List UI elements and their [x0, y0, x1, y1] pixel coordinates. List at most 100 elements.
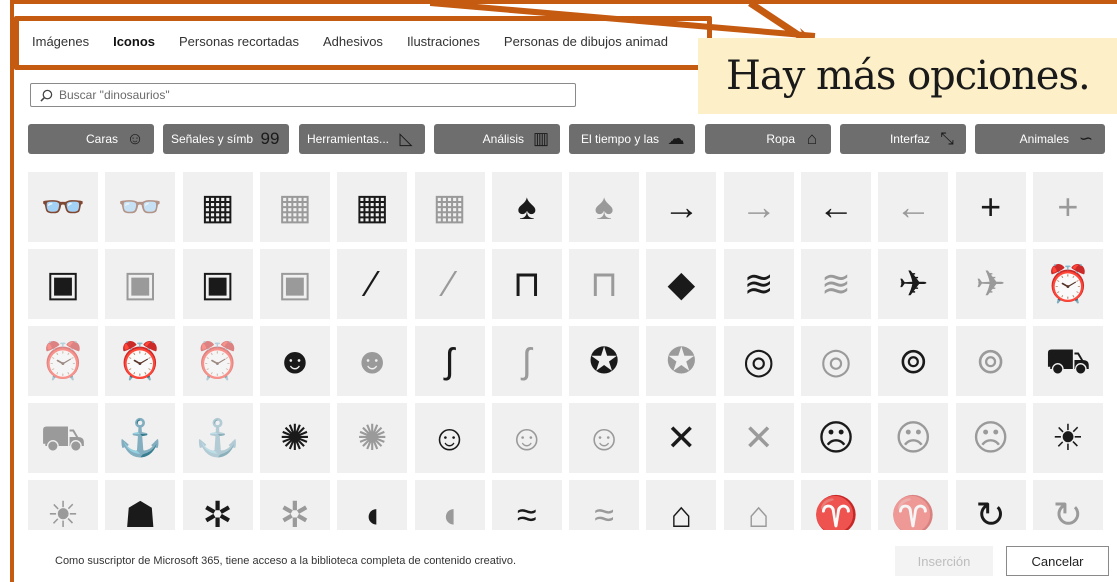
ant-filled-icon[interactable]: ☀ — [1032, 403, 1103, 473]
anemone-fish-filled-glyph: ✺ — [279, 417, 310, 458]
bandage-outline-icon[interactable]: ⁄ — [414, 249, 485, 319]
architect-filled-icon[interactable]: ⌂ — [646, 480, 717, 530]
category-ropa[interactable]: Ropa ⌂ — [705, 124, 831, 154]
category-label: Análisis — [482, 132, 524, 146]
needle-thread-outline-icon[interactable]: ʃ — [491, 326, 562, 396]
yarn-outline-icon[interactable]: ✪ — [646, 326, 717, 396]
billboard-filled-icon[interactable]: ⊓ — [491, 249, 562, 319]
billboard-outline-icon[interactable]: ⊓ — [569, 249, 640, 319]
alarm-ringing-outline-glyph: ⏰ — [195, 340, 240, 381]
aries-filled-icon[interactable]: ♈ — [801, 480, 871, 530]
alarm-ringing-filled-icon[interactable]: ⏰ — [105, 326, 176, 396]
insert-button[interactable]: Inserción — [895, 546, 993, 576]
alarm-clock-filled-icon[interactable]: ⏰ — [1032, 249, 1103, 319]
category-herramientas[interactable]: Herramientas... ◺ — [299, 124, 425, 154]
tab-personas-recortadas[interactable]: Personas recortadas — [179, 34, 299, 54]
farm-field-filled-icon[interactable]: ≋ — [723, 249, 794, 319]
anchor-outline-icon[interactable]: ⚓ — [182, 403, 253, 473]
aperture-outline-icon[interactable]: ✲ — [259, 480, 330, 530]
alarm-clock-outline-icon[interactable]: ⏰ — [28, 326, 98, 396]
arrow-left-filled-icon[interactable]: ← — [801, 172, 871, 242]
category-interfaz[interactable]: Interfaz ⤡ — [840, 124, 966, 154]
yarn-filled-icon[interactable]: ✪ — [569, 326, 640, 396]
aperture-filled-icon[interactable]: ✲ — [182, 480, 253, 530]
acorn-filled-icon[interactable]: ♠ — [491, 172, 562, 242]
angry-face-outline-icon[interactable]: ☹ — [955, 403, 1026, 473]
angry-face-outline-glyph: ☹ — [894, 417, 933, 458]
arrow-right-outline-icon[interactable]: → — [723, 172, 794, 242]
3d-glasses-outline-icon[interactable]: 👓 — [105, 172, 176, 242]
3d-glasses-filled-icon[interactable]: 👓 — [28, 172, 98, 242]
angry-face-outline-icon[interactable]: ☹ — [878, 403, 949, 473]
tab-imagenes[interactable]: Imágenes — [32, 34, 89, 54]
search-icon — [40, 89, 53, 102]
aries-outline-icon[interactable]: ♈ — [878, 480, 949, 531]
address-book-filled-icon[interactable]: ▣ — [28, 249, 98, 319]
angel-face-outline-icon[interactable]: ☺ — [491, 403, 562, 473]
ambulance-filled-icon[interactable]: ⛟ — [1032, 326, 1103, 396]
cancel-button[interactable]: Cancelar — [1006, 546, 1109, 576]
refresh-filled-icon[interactable]: ↻ — [955, 480, 1026, 530]
category-caras[interactable]: Caras ☺ — [28, 124, 154, 154]
category-analisis[interactable]: Análisis ▥ — [434, 124, 560, 154]
anemone-fish-filled-icon[interactable]: ✺ — [259, 403, 330, 473]
apple-filled-icon[interactable]: ◖ — [337, 480, 408, 530]
ambulance-outline-glyph: ⛟ — [40, 417, 86, 458]
angel-face-filled-icon[interactable]: ☺ — [414, 403, 485, 473]
anemone-fish-outline-icon[interactable]: ✺ — [337, 403, 408, 473]
farm-field-outline-icon[interactable]: ≋ — [801, 249, 871, 319]
sweater-icon: ⌂ — [806, 129, 818, 148]
category-el-tiempo[interactable]: El tiempo y las ☁ — [569, 124, 695, 154]
address-book-filled-icon[interactable]: ▣ — [182, 249, 253, 319]
address-book-outline-icon[interactable]: ▣ — [259, 249, 330, 319]
category-senales[interactable]: Señales y símb 99 — [163, 124, 289, 154]
refresh-outline-icon[interactable]: ↻ — [1032, 480, 1103, 530]
africa-filled-icon[interactable]: ◆ — [646, 249, 717, 319]
needle-thread-filled-icon[interactable]: ʃ — [414, 326, 485, 396]
abacus-outline-icon[interactable]: ▦ — [259, 172, 330, 242]
antarctica-filled-icon[interactable]: ☗ — [105, 480, 176, 530]
ant-outline-icon[interactable]: ☀ — [28, 480, 98, 530]
button-filled-icon[interactable]: ⊚ — [878, 326, 949, 396]
anger-symbol-filled-icon[interactable]: ✕ — [646, 403, 717, 473]
wave-filled-glyph: ≈ — [516, 494, 537, 531]
ant-outline-glyph: ☀ — [46, 494, 80, 531]
wave-outline-icon[interactable]: ≈ — [569, 480, 640, 530]
airplane-outline-icon[interactable]: ✈ — [955, 249, 1026, 319]
abacus-filled-icon[interactable]: ▦ — [182, 172, 253, 242]
abacus-outline-icon[interactable]: ▦ — [414, 172, 485, 242]
plus-filled-icon[interactable]: + — [955, 172, 1026, 242]
apple-outline-icon[interactable]: ◖ — [414, 480, 485, 530]
africa-filled-glyph: ◆ — [667, 263, 696, 304]
alarm-ringing-outline-icon[interactable]: ⏰ — [182, 326, 253, 396]
plus-outline-icon[interactable]: + — [1032, 172, 1103, 242]
alien-outline-icon[interactable]: ☻ — [337, 326, 408, 396]
tape-measure-outline-icon[interactable]: ◎ — [801, 326, 871, 396]
search-input[interactable]: Buscar "dinosaurios" — [30, 83, 576, 107]
arrow-right-filled-icon[interactable]: → — [646, 172, 717, 242]
category-animales[interactable]: Animales ∽ — [975, 124, 1105, 154]
abacus-filled-icon[interactable]: ▦ — [337, 172, 408, 242]
ambulance-outline-icon[interactable]: ⛟ — [28, 403, 98, 473]
angry-face-filled-icon[interactable]: ☹ — [801, 403, 871, 473]
tape-measure-filled-icon[interactable]: ◎ — [723, 326, 794, 396]
anchor-filled-icon[interactable]: ⚓ — [105, 403, 176, 473]
alarm-ringing-filled-glyph: ⏰ — [117, 340, 163, 381]
close-icon[interactable] — [1086, 30, 1098, 42]
arrow-left-outline-icon[interactable]: ← — [878, 172, 949, 242]
category-label: Ropa — [766, 132, 795, 146]
architect-outline-icon[interactable]: ⌂ — [723, 480, 794, 530]
wave-filled-icon[interactable]: ≈ — [491, 480, 562, 531]
airplane-filled-icon[interactable]: ✈ — [878, 249, 949, 319]
tab-iconos[interactable]: Iconos — [113, 34, 155, 54]
tab-adhesivos[interactable]: Adhesivos — [323, 34, 383, 54]
button-filled-glyph: ⊚ — [898, 340, 929, 381]
alien-filled-icon[interactable]: ☻ — [259, 326, 330, 396]
button-outline-icon[interactable]: ⊚ — [955, 326, 1026, 396]
bandage-filled-icon[interactable]: ⁄ — [337, 249, 408, 319]
address-book-outline-icon[interactable]: ▣ — [105, 249, 176, 319]
anger-symbol-outline-icon[interactable]: ✕ — [723, 403, 794, 473]
angel-face-outline-icon[interactable]: ☺ — [569, 403, 640, 473]
acorn-outline-icon[interactable]: ♠ — [569, 172, 640, 242]
aries-outline-glyph: ♈ — [890, 494, 936, 531]
